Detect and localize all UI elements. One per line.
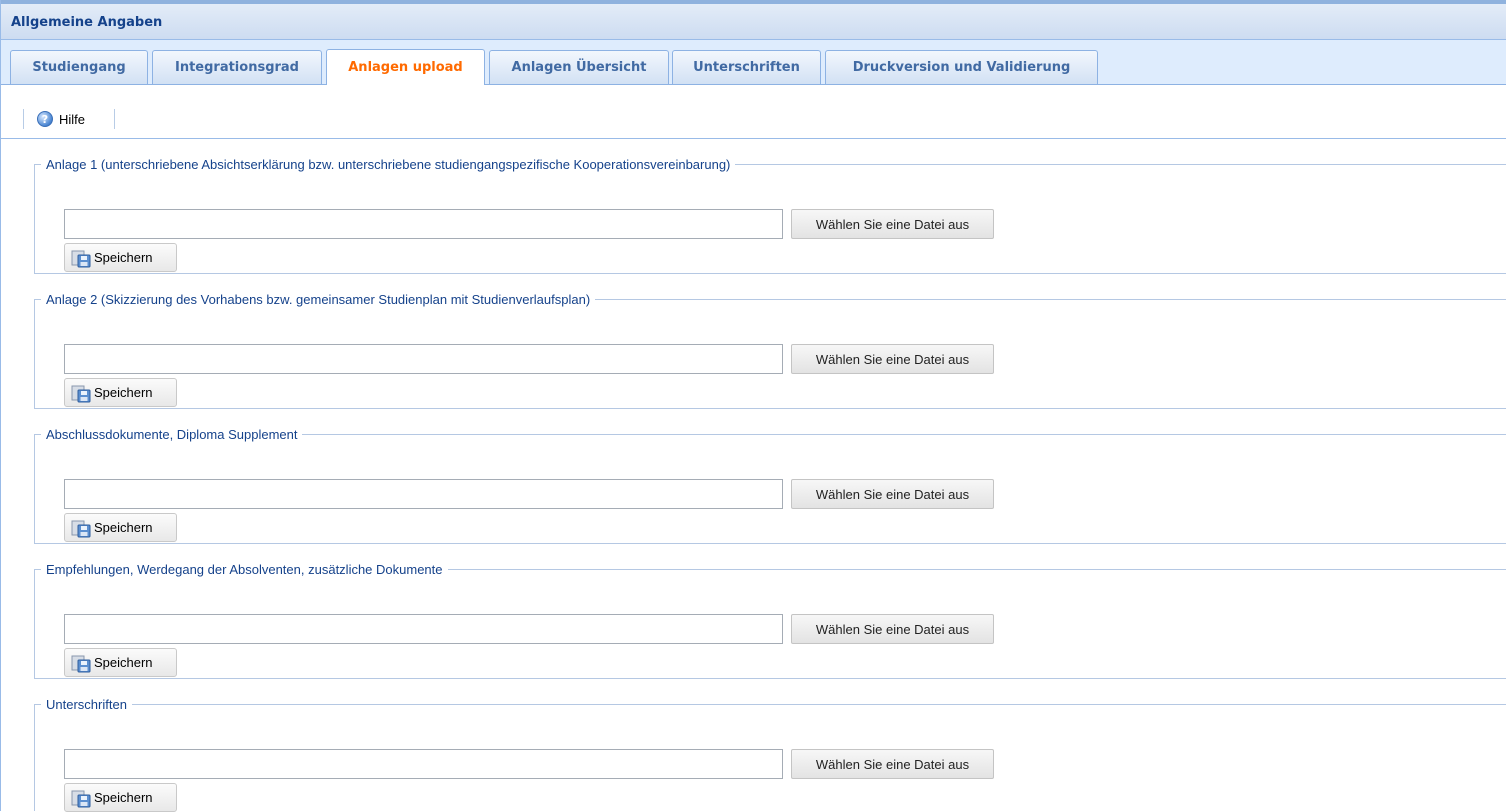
panel-header: Allgemeine Angaben	[1, 4, 1506, 40]
tab-studiengang[interactable]: Studiengang	[10, 50, 148, 84]
file-path-input[interactable]	[64, 209, 783, 239]
file-path-input[interactable]	[64, 479, 783, 509]
save-icon	[71, 248, 91, 268]
tab-anlagen-upload[interactable]: Anlagen upload	[326, 49, 485, 85]
choose-file-button[interactable]: Wählen Sie eine Datei aus	[791, 209, 994, 239]
tab-bar: Studiengang Integrationsgrad Anlagen upl…	[1, 40, 1506, 85]
save-label: Speichern	[94, 250, 153, 265]
save-icon	[71, 788, 91, 808]
group-legend: Abschlussdokumente, Diploma Supplement	[46, 427, 298, 442]
group-legend: Anlage 1 (unterschriebene Absichtserklär…	[46, 157, 731, 172]
toolbar-separator	[23, 109, 24, 129]
choose-file-button[interactable]: Wählen Sie eine Datei aus	[791, 749, 994, 779]
save-label: Speichern	[94, 385, 153, 400]
help-button[interactable]: ? Hilfe	[37, 107, 85, 131]
choose-file-button[interactable]: Wählen Sie eine Datei aus	[791, 614, 994, 644]
tab-integrationsgrad[interactable]: Integrationsgrad	[152, 50, 322, 84]
tab-druckversion-validierung[interactable]: Druckversion und Validierung	[825, 50, 1098, 84]
file-path-input[interactable]	[64, 614, 783, 644]
save-label: Speichern	[94, 520, 153, 535]
group-legend: Unterschriften	[46, 697, 127, 712]
save-label: Speichern	[94, 655, 153, 670]
save-icon	[71, 653, 91, 673]
main-panel: Allgemeine Angaben Studiengang Integrati…	[0, 0, 1506, 812]
save-label: Speichern	[94, 790, 153, 805]
save-button[interactable]: Speichern	[64, 648, 177, 677]
save-icon	[71, 383, 91, 403]
tab-anlagen-uebersicht[interactable]: Anlagen Übersicht	[489, 50, 669, 84]
panel-title: Allgemeine Angaben	[11, 15, 163, 30]
save-icon	[71, 518, 91, 538]
file-path-input[interactable]	[64, 749, 783, 779]
save-button[interactable]: Speichern	[64, 783, 177, 812]
save-button[interactable]: Speichern	[64, 243, 177, 272]
save-button[interactable]: Speichern	[64, 513, 177, 542]
upload-group-unterschriften: Unterschriften Wählen Sie eine Datei aus…	[34, 697, 1506, 812]
choose-file-button[interactable]: Wählen Sie eine Datei aus	[791, 344, 994, 374]
help-icon: ?	[37, 111, 53, 127]
toolbar: ? Hilfe	[1, 85, 1506, 139]
upload-group-anlage-1: Anlage 1 (unterschriebene Absichtserklär…	[34, 157, 1506, 274]
group-legend: Empfehlungen, Werdegang der Absolventen,…	[46, 562, 443, 577]
upload-group-anlage-2: Anlage 2 (Skizzierung des Vorhabens bzw.…	[34, 292, 1506, 409]
help-label: Hilfe	[59, 111, 86, 127]
upload-group-empfehlungen: Empfehlungen, Werdegang der Absolventen,…	[34, 562, 1506, 679]
file-path-input[interactable]	[64, 344, 783, 374]
group-legend: Anlage 2 (Skizzierung des Vorhabens bzw.…	[46, 292, 591, 307]
toolbar-separator	[114, 109, 115, 129]
tab-unterschriften[interactable]: Unterschriften	[672, 50, 821, 84]
choose-file-button[interactable]: Wählen Sie eine Datei aus	[791, 479, 994, 509]
save-button[interactable]: Speichern	[64, 378, 177, 407]
upload-group-abschlussdokumente: Abschlussdokumente, Diploma Supplement W…	[34, 427, 1506, 544]
